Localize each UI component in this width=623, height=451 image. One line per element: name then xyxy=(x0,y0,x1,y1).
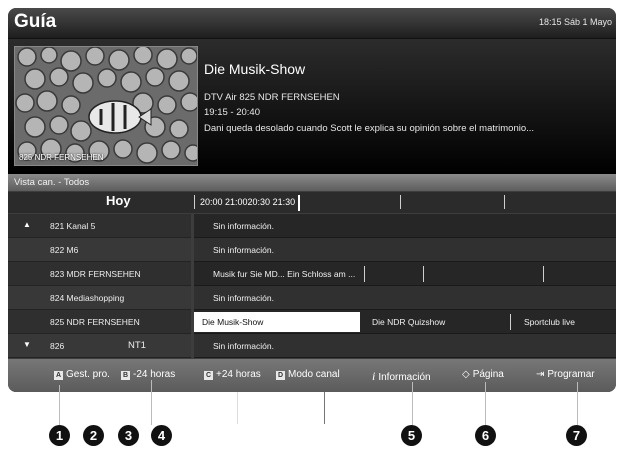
channel-name: 823 MDR FERNSEHEN xyxy=(50,269,141,279)
current-time-marker xyxy=(298,195,300,211)
program-title[interactable]: Sin información. xyxy=(213,341,274,351)
button-label: Información xyxy=(378,372,431,383)
channel-name: 821 Kanal 5 xyxy=(50,221,96,231)
page-title: Guía xyxy=(14,11,57,32)
channel-row[interactable]: 822 M6 Sin información. xyxy=(8,238,616,262)
guide-header: Guía 18:15 Sáb 1 Mayo xyxy=(8,8,616,39)
show-description: Dani queda desolado cuando Scott le expl… xyxy=(204,123,535,134)
program-title[interactable]: Sportclub live xyxy=(524,317,575,327)
program-cell[interactable]: Musik fur Sie MD... Ein Schloss am ... xyxy=(194,262,616,286)
button-bar: A Gest. pro. B -24 horas C +24 horas D Modo … xyxy=(8,359,616,392)
callout-badge-2: 2 xyxy=(83,425,104,446)
program-divider xyxy=(510,314,511,330)
callout-line xyxy=(59,385,60,425)
tv-guide-screen: Guía 18:15 Sáb 1 Mayo 825 NDR FERNSEHEN … xyxy=(8,8,616,392)
view-mode-bar: Vista can. - Todos xyxy=(8,174,616,191)
schedule-icon: ⇥ xyxy=(536,369,545,380)
program-title[interactable]: Musik fur Sie MD... Ein Schloss am ... xyxy=(213,269,355,279)
button-label: Modo canal xyxy=(288,369,340,380)
channel-cell[interactable]: 822 M6 xyxy=(8,238,191,262)
callout-line xyxy=(151,380,152,425)
program-title[interactable]: Sin información. xyxy=(213,221,274,231)
time-tick xyxy=(504,195,505,209)
callout-line xyxy=(237,392,238,424)
time-header: Hoy 20:00 21:0020:30 21:30 xyxy=(8,192,616,213)
channel-row[interactable]: 825 NDR FERNSEHEN Die Musik-Show Die NDR… xyxy=(8,310,616,334)
minus-24h-button[interactable]: B -24 horas xyxy=(121,369,175,380)
d-key-icon: D xyxy=(276,371,285,380)
channel-cell[interactable]: 824 Mediashopping xyxy=(8,286,191,310)
channel-cell[interactable]: ▲ 821 Kanal 5 xyxy=(8,214,191,238)
channel-row[interactable]: ▼ 826 NT1 Sin información. xyxy=(8,334,616,358)
arrow-down-icon[interactable]: ▼ xyxy=(23,340,31,349)
program-cell[interactable]: Sin información. xyxy=(194,286,616,310)
channel-name: 826 xyxy=(50,341,65,351)
program-divider xyxy=(543,266,544,282)
callout-badge-5: 5 xyxy=(401,425,422,446)
callout-badge-4: 4 xyxy=(151,425,172,446)
clock-display: 18:15 Sáb 1 Mayo xyxy=(538,17,612,27)
channel-cell[interactable]: 825 NDR FERNSEHEN xyxy=(8,310,191,334)
callout-badge-3: 3 xyxy=(118,425,139,446)
channel-row[interactable]: 824 Mediashopping Sin información. xyxy=(8,286,616,310)
button-label: Programar xyxy=(547,369,595,380)
a-key-icon: A xyxy=(54,371,63,380)
program-cell[interactable]: Sin información. xyxy=(194,238,616,262)
time-info: 19:15 - 20:40 xyxy=(204,107,260,118)
channel-subname: NT1 xyxy=(128,340,146,351)
preview-image-icon xyxy=(15,47,197,165)
schedule-button[interactable]: ⇥ Programar xyxy=(536,369,595,380)
program-cell[interactable]: Die Musik-Show Die NDR Quizshow Sportclu… xyxy=(194,310,616,334)
button-label: Gest. pro. xyxy=(66,369,110,380)
channel-cell[interactable]: 823 MDR FERNSEHEN xyxy=(8,262,191,286)
channel-mode-button[interactable]: D Modo canal xyxy=(276,369,340,380)
channel-name: 824 Mediashopping xyxy=(50,293,125,303)
page-updown-icon: ◇ xyxy=(462,369,470,380)
plus-24h-button[interactable]: C +24 horas xyxy=(204,369,261,380)
callout-line xyxy=(577,382,578,425)
program-title[interactable]: Die NDR Quizshow xyxy=(372,317,445,327)
program-divider xyxy=(423,266,424,282)
c-key-icon: C xyxy=(204,371,213,380)
selected-program[interactable]: Die Musik-Show xyxy=(194,312,360,332)
channel-info: DTV Air 825 NDR FERNSEHEN xyxy=(204,92,340,103)
callout-line xyxy=(324,392,325,424)
preview-channel-label: 825 NDR FERNSEHEN xyxy=(19,153,104,162)
time-tick xyxy=(400,195,401,209)
show-title: Die Musik-Show xyxy=(204,61,306,77)
timeline-times: 20:00 21:0020:30 21:30 xyxy=(200,197,296,207)
page-button[interactable]: ◇ Página xyxy=(462,369,504,380)
info-icon: i xyxy=(372,369,376,383)
channel-cell[interactable]: ▼ 826 NT1 xyxy=(8,334,191,358)
program-cell[interactable]: Sin información. xyxy=(194,214,616,238)
callout-line xyxy=(412,382,413,425)
video-preview: 825 NDR FERNSEHEN xyxy=(14,46,198,166)
callout-badge-7: 7 xyxy=(566,425,587,446)
channel-name: 822 M6 xyxy=(50,245,79,255)
callout-badge-6: 6 xyxy=(475,425,496,446)
program-info-panel: 825 NDR FERNSEHEN Die Musik-Show DTV Air… xyxy=(8,39,616,174)
button-label: Página xyxy=(472,369,504,380)
channel-name: 825 NDR FERNSEHEN xyxy=(50,317,140,327)
b-key-icon: B xyxy=(121,371,130,380)
callout-line xyxy=(485,382,486,425)
channel-row[interactable]: ▲ 821 Kanal 5 Sin información. xyxy=(8,214,616,238)
information-button[interactable]: i Información xyxy=(372,369,431,384)
today-label: Hoy xyxy=(106,193,131,208)
program-title[interactable]: Sin información. xyxy=(213,245,274,255)
program-divider xyxy=(364,266,365,282)
callout-badge-1: 1 xyxy=(49,425,70,446)
channel-row[interactable]: 823 MDR FERNSEHEN Musik fur Sie MD... Ei… xyxy=(8,262,616,286)
button-label: +24 horas xyxy=(216,369,261,380)
program-cell[interactable]: Sin información. xyxy=(194,334,616,358)
program-title[interactable]: Sin información. xyxy=(213,293,274,303)
time-tick xyxy=(194,195,195,209)
manage-programs-button[interactable]: A Gest. pro. xyxy=(54,369,110,380)
button-label: -24 horas xyxy=(133,369,176,380)
arrow-up-icon[interactable]: ▲ xyxy=(23,220,31,229)
view-mode-label: Vista can. - Todos xyxy=(14,177,90,188)
